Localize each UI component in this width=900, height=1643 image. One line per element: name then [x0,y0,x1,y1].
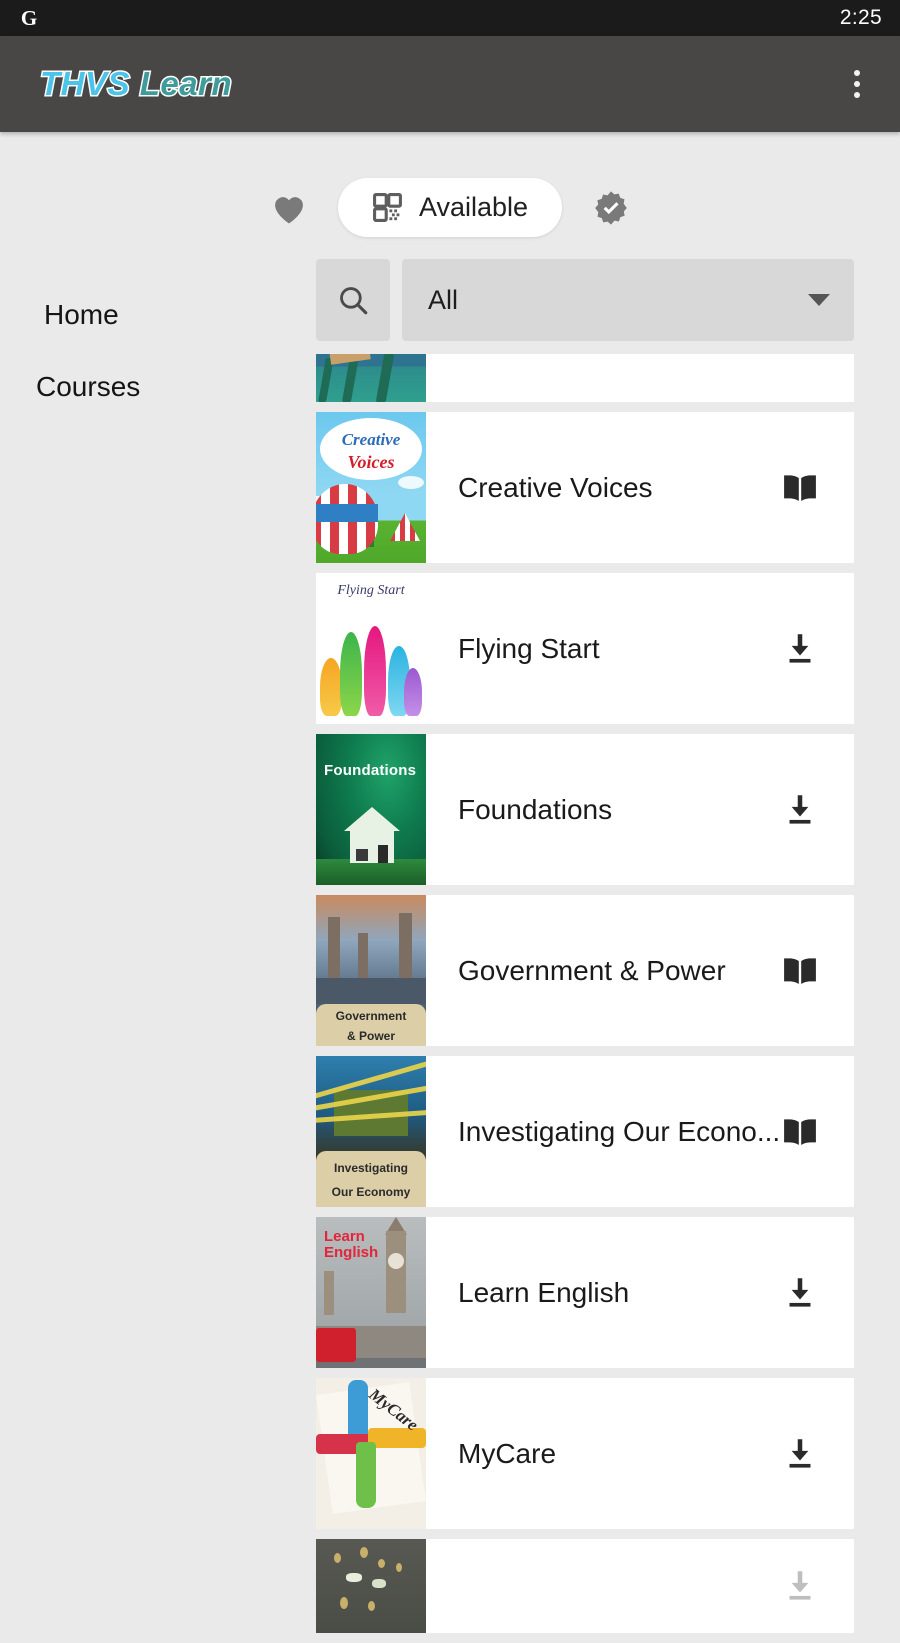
list-item[interactable]: Foundations Foundations [316,734,855,885]
overflow-menu-icon[interactable] [842,60,872,108]
course-thumbnail: Creative Voices [316,412,426,563]
brand-thvs: THVS [38,64,131,104]
thumb-text-investigating: Investigating [333,1161,408,1175]
course-thumbnail [316,354,426,402]
course-list[interactable]: Creative Voices Creative Voices Flying S… [308,354,900,1633]
brand-learn: Learn [138,64,233,104]
course-row-body: Government & Power [426,895,854,1046]
thumb-text-learn: Learn [324,1228,365,1245]
list-item[interactable] [316,1539,855,1633]
course-row-body: Foundations [426,734,854,885]
category-dropdown[interactable]: All [402,259,855,341]
course-title: Learn English [458,1276,630,1308]
sidebar-item-courses[interactable]: Courses [0,351,308,423]
list-item[interactable]: Learn English Learn English [316,1217,855,1368]
chevron-down-icon [808,294,831,306]
sidebar-item-home[interactable]: Home [0,279,308,351]
download-icon[interactable] [780,1566,820,1606]
thumb-label-band: Government & Power [316,1004,426,1046]
course-row-body: Learn English [426,1217,854,1368]
thumb-text-voices: Voices [347,452,395,472]
app-bar: THVS Learn [0,36,900,132]
course-thumbnail [316,1539,426,1633]
open-book-icon[interactable] [780,951,820,991]
learn-english-artwork: Learn English [316,1217,426,1368]
sidebar-nav: Home Courses [0,259,308,423]
filter-toggle-group: Available [0,132,900,259]
course-thumbnail: Investigating Our Economy [316,1056,426,1207]
google-g-icon: G [20,5,38,30]
list-item[interactable]: Creative Voices Creative Voices [316,412,855,563]
verified-filter-button[interactable] [588,185,634,231]
course-title: Government & Power [458,954,726,986]
course-thumbnail: Government & Power [316,895,426,1046]
thumb-text-our-economy: Our Economy [331,1185,411,1200]
list-item[interactable]: Investigating Our Economy Investigating … [316,1056,855,1207]
available-filter-button[interactable]: Available [337,178,563,237]
download-icon[interactable] [780,790,820,830]
thumb-label-band: Investigating Our Economy [316,1151,426,1207]
verified-badge-icon [595,190,627,225]
app-title: THVS Learn [38,64,233,104]
course-row-body: Investigating Our Econo... [426,1056,854,1207]
download-icon[interactable] [780,1434,820,1474]
government-power-artwork: Government & Power [316,895,426,1046]
list-item[interactable]: MyCare MyCare [316,1378,855,1529]
seeds-artwork [316,1539,426,1633]
course-thumbnail: Learn English [316,1217,426,1368]
flying-start-artwork: Flying Start [316,573,426,724]
course-row-body [426,354,854,402]
course-row-body [426,1539,854,1633]
thumb-text-learn-english: Learn English [324,1229,378,1261]
thumb-text-foundations: Foundations [324,762,417,779]
download-icon[interactable] [780,629,820,669]
thumb-text-english: English [324,1243,379,1261]
content-area: Home Courses All Creative Voices Creativ… [0,259,900,1643]
foundations-artwork: Foundations [316,734,426,885]
favorites-filter-button[interactable] [266,185,312,231]
water-ski-artwork [316,354,426,402]
course-row-body: Creative Voices [426,412,854,563]
course-row-body: Flying Start [426,573,854,724]
course-thumbnail: Flying Start [316,573,426,724]
course-thumbnail: Foundations [316,734,426,885]
status-bar-time: 2:25 [839,6,882,29]
open-book-icon[interactable] [780,1112,820,1152]
sidebar-item-courses-label: Courses [36,371,141,402]
list-item[interactable]: Flying Start Flying Start [316,573,855,724]
thumb-text-power: & Power [346,1028,395,1043]
course-title: MyCare [458,1437,557,1469]
list-item[interactable] [316,354,855,402]
thumb-text-government: Government [335,1009,407,1023]
course-thumbnail: MyCare [316,1378,426,1529]
search-icon [340,287,368,315]
qr-code-icon [372,193,402,222]
list-item[interactable]: Government & Power Government & Power [316,895,855,1046]
search-row: All [308,259,900,341]
investigating-economy-artwork: Investigating Our Economy [316,1056,426,1207]
course-title: Foundations [458,793,613,825]
download-icon[interactable] [780,1273,820,1313]
sidebar-item-home-label: Home [44,299,119,330]
open-book-icon[interactable] [780,468,820,508]
thumb-text-creative: Creative [341,430,401,449]
course-row-body: MyCare [426,1378,854,1529]
course-title: Investigating Our Econo... [458,1115,781,1147]
available-filter-label: Available [418,192,529,222]
search-button[interactable] [316,259,390,341]
thumb-text-flying-start: Flying Start [337,583,405,598]
main-panel: All Creative Voices Creative Voices Flyi… [308,259,900,1643]
creative-voices-artwork: Creative Voices [316,412,426,563]
mycare-artwork: MyCare [316,1378,426,1529]
status-bar: G 2:25 [0,0,900,36]
course-title: Creative Voices [458,471,653,503]
category-dropdown-value: All [428,284,459,315]
heart-icon [275,196,303,223]
course-title: Flying Start [458,632,600,664]
